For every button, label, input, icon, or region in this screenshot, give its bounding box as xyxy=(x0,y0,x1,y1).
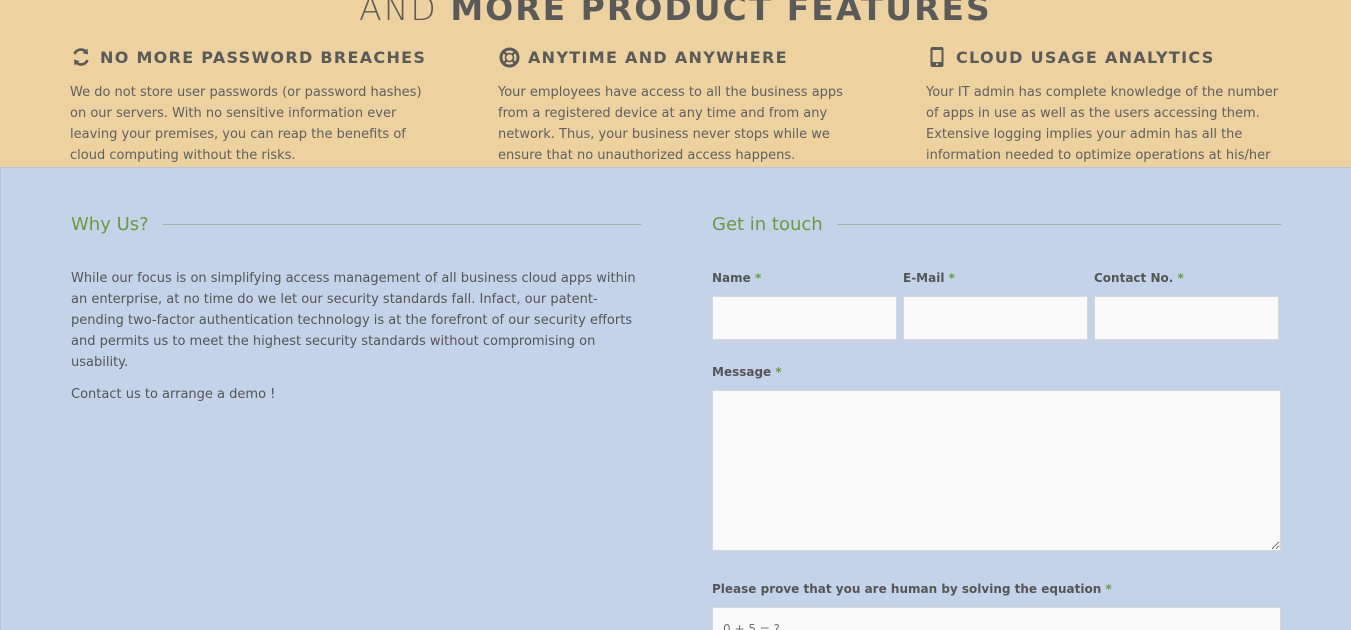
why-us-cta: Contact us to arrange a demo ! xyxy=(71,387,276,402)
feature-title: NO MORE PASSWORD BREACHES xyxy=(100,47,427,67)
feature-title: CLOUD USAGE ANALYTICS xyxy=(956,47,1215,67)
divider xyxy=(836,224,1281,225)
why-us-paragraph: While our focus is on simplifying access… xyxy=(71,271,636,370)
feature-title: ANYTIME AND ANYWHERE xyxy=(528,47,788,67)
get-in-touch-heading: Get in touch xyxy=(712,214,1281,235)
why-us-text: While our focus is on simplifying access… xyxy=(71,268,641,405)
contact-number-input[interactable] xyxy=(1094,296,1279,340)
section-title: AND MORE PRODUCT FEATURES xyxy=(359,0,992,28)
feature-password-breaches: NO MORE PASSWORD BREACHES We do not stor… xyxy=(70,46,430,166)
mobile-phone-icon xyxy=(926,46,948,68)
refresh-icon xyxy=(70,46,92,68)
captcha-input[interactable] xyxy=(712,607,1281,630)
divider xyxy=(162,224,641,225)
message-textarea[interactable] xyxy=(712,390,1281,551)
why-us-heading: Why Us? xyxy=(71,214,641,235)
lifebuoy-icon xyxy=(498,46,520,68)
feature-description: We do not store user passwords (or passw… xyxy=(70,85,422,163)
feature-cloud-analytics: CLOUD USAGE ANALYTICS Your IT admin has … xyxy=(926,46,1286,167)
message-label: Message * xyxy=(712,365,782,379)
captcha-label: Please prove that you are human by solvi… xyxy=(712,582,1112,596)
name-label: Name * xyxy=(712,271,762,285)
contact-section: Why Us? While our focus is on simplifyin… xyxy=(0,167,1351,630)
feature-description: Your IT admin has complete knowledge of … xyxy=(926,85,1279,163)
features-section: AND MORE PRODUCT FEATURES NO MORE PASSWO… xyxy=(0,0,1351,167)
feature-anytime-anywhere: ANYTIME AND ANYWHERE Your employees have… xyxy=(498,46,858,166)
contact-number-label: Contact No. * xyxy=(1094,271,1184,285)
email-input[interactable] xyxy=(903,296,1088,340)
email-label: E-Mail * xyxy=(903,271,955,285)
name-input[interactable] xyxy=(712,296,897,340)
feature-description: Your employees have access to all the bu… xyxy=(498,85,843,163)
